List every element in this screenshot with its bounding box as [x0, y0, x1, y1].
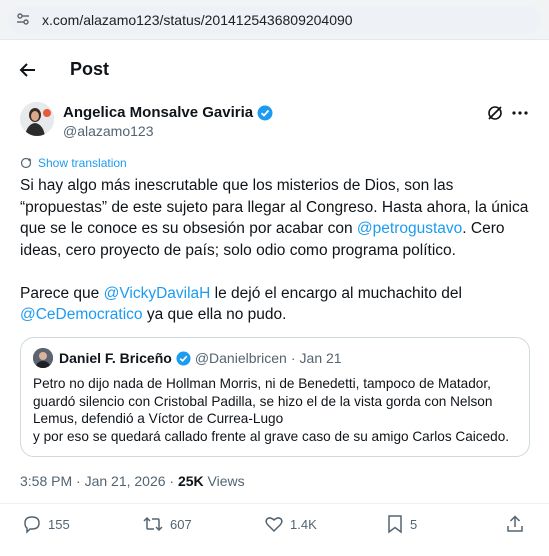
quoted-author-avatar	[33, 348, 53, 368]
share-icon	[507, 515, 523, 532]
avatar-image	[20, 102, 54, 136]
action-bar: 155 607 1.4K 5	[0, 514, 549, 542]
author-handle[interactable]: @alazamo123	[63, 123, 273, 139]
author-info: Angelica Monsalve Gaviria @alazamo123	[63, 104, 273, 139]
post-text-segment: ya que ella no pudo.	[142, 306, 287, 323]
quoted-post-header: Daniel F. Briceño @Danielbricen · Jan 21	[59, 350, 342, 366]
quoted-post[interactable]: Daniel F. Briceño @Danielbricen · Jan 21…	[20, 337, 530, 457]
author-name[interactable]: Angelica Monsalve Gaviria	[63, 104, 253, 121]
back-button[interactable]	[14, 56, 42, 84]
views-label: Views	[203, 473, 245, 489]
mention-link[interactable]: @petrogustavo	[357, 220, 462, 237]
reply-count: 155	[48, 516, 70, 532]
quoted-text-line: guardó silencio con Cristobal Padilla, s…	[33, 393, 493, 409]
author-avatar[interactable]	[20, 102, 54, 136]
verified-badge-icon	[257, 105, 273, 120]
bookmark-icon	[388, 515, 402, 534]
like-button[interactable]: 1.4K	[264, 514, 317, 534]
repost-button[interactable]: 607	[142, 514, 192, 534]
browser-address-bar: x.com/alazamo123/status/2014125436809204…	[0, 0, 549, 40]
repost-count: 607	[170, 516, 192, 532]
post-text-segment: Parece que	[20, 284, 104, 302]
quoted-author-name: Daniel F. Briceño	[59, 350, 172, 366]
heart-icon	[265, 517, 283, 533]
quoted-text-line: Lemus, defendió a Víctor de Currea-Lugo	[33, 411, 284, 426]
like-count: 1.4K	[290, 516, 317, 532]
avatar-image	[33, 348, 53, 368]
reply-icon	[24, 516, 40, 534]
more-horizontal-icon	[512, 111, 528, 115]
post-text: Si hay algo más inescrutable que los mis…	[20, 175, 532, 347]
views-count: 25K	[177, 473, 204, 489]
page-title: Post	[70, 59, 110, 79]
quoted-text-line: y por eso se quedará callado frente al g…	[33, 428, 510, 444]
divider	[0, 503, 549, 504]
reply-button[interactable]: 155	[22, 514, 70, 534]
post-timestamp[interactable]: 3:58 PM · Jan 21, 2026 ·	[20, 473, 178, 489]
mention-link[interactable]: @VickyDavilaH	[104, 285, 211, 302]
more-options-button[interactable]	[508, 102, 532, 124]
grok-button[interactable]	[484, 102, 506, 124]
site-info-icon[interactable]	[16, 12, 30, 26]
separator-dot: ·	[290, 350, 296, 366]
post-text-segment: le dejó el encargo al muchachito del	[210, 284, 462, 302]
quoted-author-handle: @Danielbricen	[194, 350, 287, 366]
url-text[interactable]: x.com/alazamo123/status/2014125436809204…	[42, 12, 353, 28]
repost-icon	[143, 516, 163, 532]
translate-icon	[20, 157, 32, 169]
mention-link[interactable]: @CeDemocratico	[20, 306, 143, 323]
verified-badge-icon	[176, 350, 191, 366]
show-translation-link[interactable]: Show translation	[20, 156, 127, 170]
arrow-left-icon	[19, 63, 35, 77]
quoted-text-line: Petro no dijo nada de Hollman Morris, ni…	[33, 376, 491, 391]
quoted-post-date: Jan 21	[299, 350, 342, 366]
post-paragraph-2: Parece que @VickyDavilaH le dejó el enca…	[20, 283, 532, 326]
quoted-post-text: Petro no dijo nada de Hollman Morris, ni…	[33, 375, 527, 445]
show-translation-label[interactable]: Show translation	[38, 156, 127, 170]
bookmark-count: 5	[410, 516, 418, 532]
bookmark-button[interactable]: 5	[386, 514, 417, 534]
share-button[interactable]	[505, 514, 525, 534]
post-paragraph-1: Si hay algo más inescrutable que los mis…	[20, 175, 532, 261]
post-meta: 3:58 PM · Jan 21, 2026 · 25K Views	[20, 473, 245, 489]
post-header: Post	[0, 48, 549, 92]
grok-icon	[488, 106, 502, 120]
